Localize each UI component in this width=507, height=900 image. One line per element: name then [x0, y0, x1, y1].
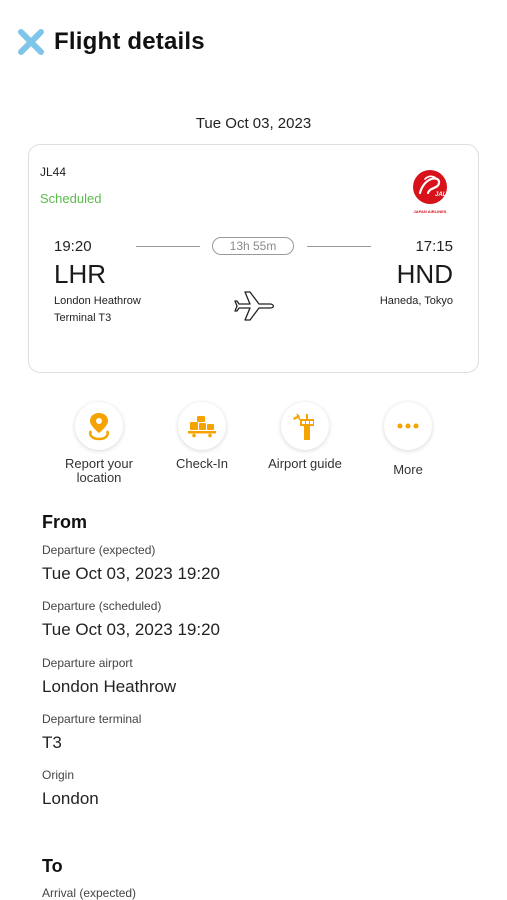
departure-airport-label: Departure airport [42, 656, 133, 670]
departure-scheduled-label: Departure (scheduled) [42, 599, 162, 613]
departure-scheduled-value: Tue Oct 03, 2023 19:20 [42, 620, 220, 639]
arrival-airport-name: Haneda, Tokyo [379, 295, 453, 307]
flight-date: Tue Oct 03, 2023 [195, 115, 312, 132]
departure-airport-name: London Heathrow [54, 295, 141, 307]
more-button[interactable]: More [358, 402, 458, 477]
origin-label: Origin [42, 768, 75, 782]
close-icon [18, 29, 44, 55]
departure-terminal-value: T3 [42, 733, 62, 752]
more-label: More [393, 462, 423, 477]
airline-logo-mark: JAL [435, 192, 447, 198]
flight-duration: 13h 55m [212, 237, 294, 255]
departure-terminal: Terminal T3 [54, 312, 112, 324]
arrival-time: 17:15 [415, 238, 453, 255]
location-pin-icon [89, 413, 109, 441]
arrival-code: HND [396, 259, 453, 289]
origin-value: London [42, 789, 99, 808]
airline-logo: JAL JAPAN AIRLINES [413, 170, 447, 214]
header: Flight details [14, 22, 205, 62]
close-button[interactable] [14, 25, 48, 59]
report-location-label: Report your location [65, 456, 133, 485]
airplane-icon [234, 291, 275, 321]
report-location-button[interactable]: Report your location [49, 402, 149, 485]
route-line-right [307, 246, 371, 247]
airport-guide-button[interactable]: Airport guide [255, 402, 355, 471]
airport-guide-label: Airport guide [268, 456, 342, 471]
to-section-title: To [42, 856, 63, 876]
more-dots-icon [397, 423, 419, 429]
page-title: Flight details [54, 28, 205, 55]
quick-actions: Report your location Check-In Airport gu… [0, 402, 507, 492]
airline-logo-text: JAPAN AIRLINES [414, 209, 447, 214]
departure-airport-value: London Heathrow [42, 677, 177, 696]
from-section-title: From [42, 512, 87, 532]
route-line-left [136, 246, 200, 247]
departure-terminal-label: Departure terminal [42, 712, 142, 726]
flight-status: Scheduled [40, 191, 102, 206]
departure-expected-value: Tue Oct 03, 2023 19:20 [42, 564, 220, 583]
departure-expected-label: Departure (expected) [42, 543, 156, 557]
luggage-cart-icon [188, 416, 216, 438]
flight-number: JL44 [40, 165, 67, 179]
control-tower-icon [293, 413, 314, 440]
departure-time: 19:20 [54, 238, 92, 255]
arrival-expected-label: Arrival (expected) [42, 886, 137, 900]
departure-code: LHR [54, 259, 107, 289]
check-in-button[interactable]: Check-In [152, 402, 252, 471]
check-in-label: Check-In [175, 456, 229, 471]
flight-card[interactable]: JL44 Scheduled JAL JAPAN AIRLINES 19:20 … [28, 144, 479, 373]
